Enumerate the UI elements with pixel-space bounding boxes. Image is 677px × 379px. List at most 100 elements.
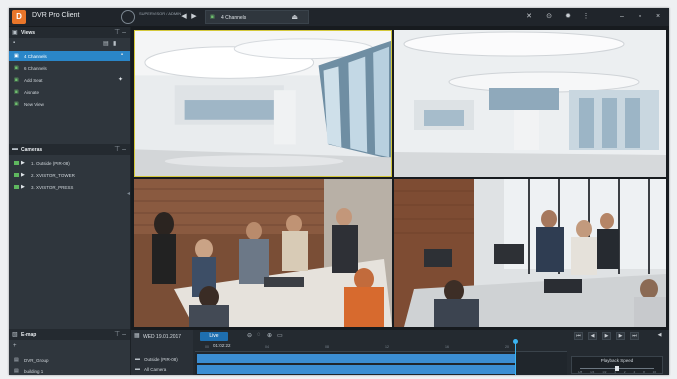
step-back-icon[interactable]: ◀ <box>588 332 597 340</box>
camera-icon: ▶ <box>21 172 25 178</box>
maximize-icon[interactable]: ▫ <box>635 11 645 23</box>
emap-item-dvr-group[interactable]: ▤ DVR_Group <box>9 355 130 365</box>
status-dot-icon <box>14 173 19 177</box>
views-header[interactable]: ▣ Views ⊤ – <box>9 27 130 38</box>
speed-tick: 1/2 <box>602 370 607 374</box>
next-icon[interactable]: ⏭ <box>630 332 639 340</box>
camera-icon: ▬ <box>135 356 140 362</box>
zoom-out-icon[interactable]: ⊖ <box>247 332 252 339</box>
back-icon[interactable]: ◀ <box>179 11 189 23</box>
settings-icon[interactable]: ⊙ <box>543 11 555 23</box>
title-bar: D DVR Pro Client SUPERVISOR / ADMIN ◀ ▶ … <box>9 8 669 27</box>
tab-4-channels[interactable]: ▣ 4 Channels ⏏ <box>205 10 309 24</box>
timeline-row-camera[interactable]: ▬ Outside (PIR-08) <box>131 355 193 364</box>
emap-title: E-map <box>21 332 37 338</box>
emap-pin-icon[interactable]: ⊤ – <box>114 330 126 338</box>
cameras-pin-icon[interactable]: ⊤ – <box>114 145 126 153</box>
video-grid <box>131 27 669 329</box>
user-icon[interactable] <box>121 10 135 24</box>
camera-feed-image <box>394 179 666 327</box>
playhead-handle[interactable] <box>513 339 518 344</box>
timeline-tick: 12 <box>385 345 389 349</box>
tools-icon[interactable]: ✕ <box>523 11 535 23</box>
timeline-row-label: All Camera <box>144 367 167 372</box>
sidebar-collapse-icon[interactable]: ◂ <box>127 190 130 197</box>
step-forward-icon[interactable]: ▶ <box>616 332 625 340</box>
close-icon[interactable]: × <box>653 11 663 23</box>
live-button[interactable]: Live <box>200 332 228 341</box>
cameras-header[interactable]: ▬ Cameras ⊤ – <box>9 144 130 155</box>
calendar-icon[interactable]: ▦ <box>134 332 140 339</box>
status-dot-icon <box>14 161 19 165</box>
camera-item-1[interactable]: ▶ 1. Outside (PIR-08) <box>9 158 130 168</box>
timeline-row-all[interactable]: ▬ All Camera <box>131 365 193 374</box>
playback-speed-control[interactable]: Playback Speed 1/8 1/4 1/2 1 2 4 8 16 <box>571 356 663 374</box>
grid-icon: ▣ <box>14 65 19 71</box>
view-item-add-seat[interactable]: ▣ Add Seat ✦ <box>9 75 130 85</box>
delete-view-icon[interactable]: ▮ <box>113 40 116 47</box>
camera-item-label: 2. XVISTOR_TOWER <box>31 172 75 178</box>
add-view-icon[interactable]: ▪ <box>13 40 15 46</box>
sidebar: ▣ Views ⊤ – ▪ ▤ ▮ ▣ 4 Channels ▪ ▣ 6 Cha… <box>9 27 131 375</box>
emap-item-label: DVR_Group <box>24 357 49 363</box>
camera-item-3[interactable]: ▶ 3. XVISTOR_PRESS <box>9 182 130 192</box>
view-item-label: 4 Channels <box>24 53 47 59</box>
timeline-tick: 04 <box>265 345 269 349</box>
timeline-date[interactable]: WED 19.01.2017 <box>143 334 181 340</box>
layout-icon[interactable]: ▤ <box>103 40 109 47</box>
camera-icon: ▶ <box>21 184 25 190</box>
view-item-label: 6 Channels <box>24 65 47 71</box>
emap-toolbar: + <box>9 342 130 352</box>
view-item-label: Add Seat <box>24 77 43 83</box>
fit-icon[interactable]: ▭ <box>277 332 283 339</box>
video-cell-4[interactable] <box>394 179 666 327</box>
recording-segment[interactable] <box>197 365 515 374</box>
views-toolbar: ▪ ▤ ▮ <box>9 39 130 49</box>
view-item-6-channels[interactable]: ▣ 6 Channels <box>9 63 130 73</box>
zoom-reset-icon[interactable]: ◌ <box>257 332 261 338</box>
timeline-ruler[interactable]: 00 04 08 12 16 20 <box>195 342 567 352</box>
save-icon[interactable]: ▪ <box>121 52 123 58</box>
map-icon: ▤ <box>14 368 19 374</box>
minimize-icon[interactable]: – <box>617 11 627 23</box>
grid-icon: ▣ <box>14 89 19 95</box>
star-icon[interactable]: ✦ <box>118 76 123 83</box>
view-item-new-view[interactable]: ▣ New View <box>9 99 130 109</box>
video-cell-1[interactable] <box>134 30 392 177</box>
timeline-panel: ▦ WED 19.01.2017 ▬ Outside (PIR-08) ▬ Al… <box>131 329 669 375</box>
recording-segment[interactable] <box>197 354 515 363</box>
camera-item-2[interactable]: ▶ 2. XVISTOR_TOWER <box>9 170 130 180</box>
view-item-label: New View <box>24 101 44 107</box>
play-icon[interactable]: ▶ <box>602 332 611 340</box>
more-icon[interactable]: ⋮ <box>581 11 591 23</box>
volume-icon[interactable]: ◀ <box>655 332 664 340</box>
cameras-title: Cameras <box>21 147 43 153</box>
zoom-in-icon[interactable]: ⊕ <box>267 332 272 339</box>
camera-icon: ▬ <box>12 146 18 152</box>
tab-close-icon[interactable]: ⏏ <box>291 13 298 21</box>
camera-item-label: 3. XVISTOR_PRESS <box>31 184 74 190</box>
gear-icon[interactable]: ✹ <box>562 11 574 23</box>
add-map-icon[interactable]: + <box>13 343 17 349</box>
emap-header[interactable]: ▧ E-map ⊤ – <box>9 329 130 340</box>
camera-feed-image <box>135 31 391 176</box>
views-title: Views <box>21 30 36 36</box>
video-cell-3[interactable] <box>134 179 392 327</box>
view-item-aisnate[interactable]: ▣ Aisnate <box>9 87 130 97</box>
tab-label: 4 Channels <box>221 14 247 21</box>
timeline-tick: 00 <box>205 345 209 349</box>
user-name: SUPERVISOR / ADMIN <box>139 11 182 16</box>
emap-item-building[interactable]: ▤ building 1 <box>9 366 130 375</box>
views-pin-icon[interactable]: ⊤ – <box>114 28 126 36</box>
map-icon: ▤ <box>14 357 19 363</box>
prev-icon[interactable]: ⏮ <box>574 332 583 340</box>
playhead[interactable] <box>515 341 516 375</box>
app-title: DVR Pro Client <box>32 12 80 19</box>
speed-tick: 2 <box>623 370 626 374</box>
view-item-label: Aisnate <box>24 89 40 95</box>
speed-tick: 16 <box>652 370 656 374</box>
video-cell-2[interactable] <box>394 30 666 177</box>
timeline-tick: 16 <box>445 345 449 349</box>
forward-icon[interactable]: ▶ <box>189 11 199 23</box>
view-item-4-channels[interactable]: ▣ 4 Channels ▪ <box>9 51 130 61</box>
